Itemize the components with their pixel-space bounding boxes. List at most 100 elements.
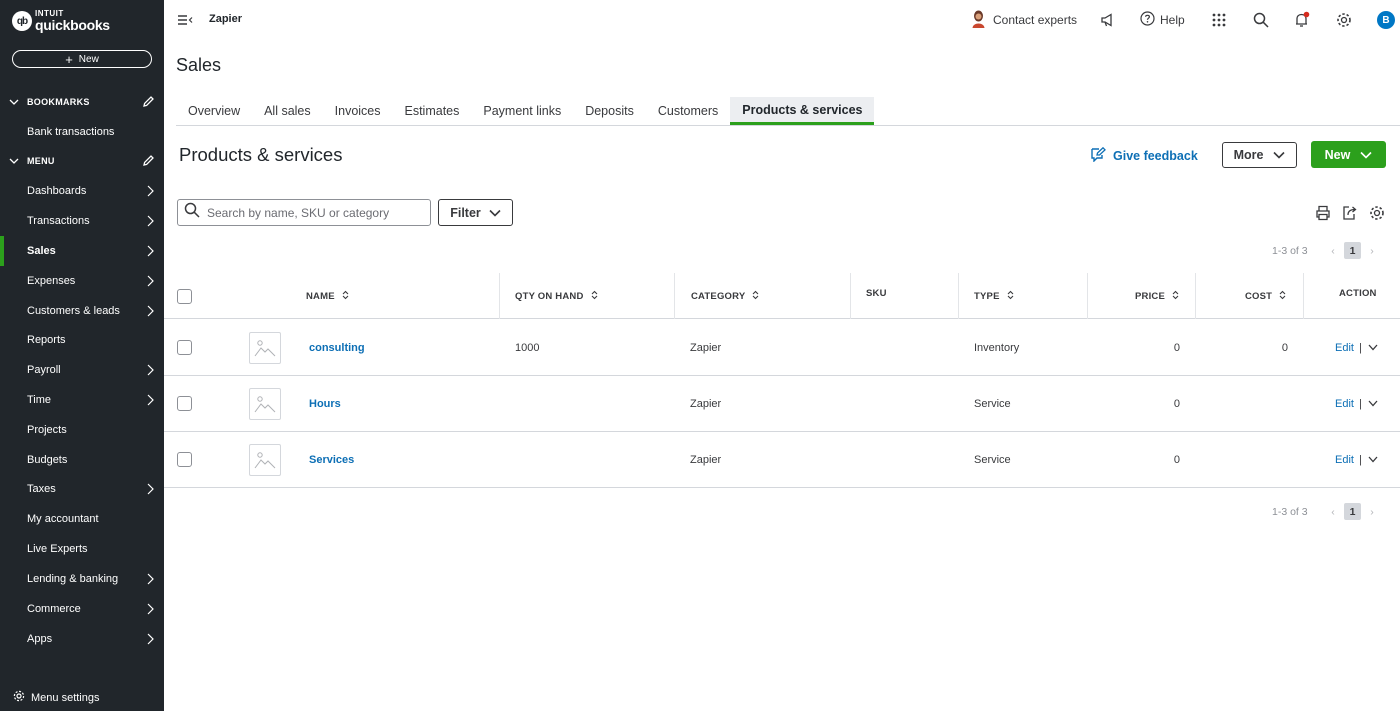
product-name-link[interactable]: Services bbox=[309, 432, 354, 487]
action-dropdown-chevron-icon[interactable] bbox=[1368, 454, 1378, 466]
tab-invoices[interactable]: Invoices bbox=[323, 97, 393, 125]
sidebar-item-lending-banking[interactable]: Lending & banking bbox=[0, 564, 164, 594]
sidebar-item-label: Dashboards bbox=[27, 185, 87, 197]
sort-icon bbox=[342, 290, 349, 303]
sidebar-item-taxes[interactable]: Taxes bbox=[0, 474, 164, 504]
search-icon[interactable] bbox=[1251, 10, 1271, 30]
edit-button[interactable]: Edit bbox=[1335, 454, 1354, 466]
sidebar-item-bank-transactions[interactable]: Bank transactions bbox=[0, 117, 164, 147]
edit-button[interactable]: Edit bbox=[1335, 398, 1354, 410]
sidebar-item-live-experts[interactable]: Live Experts bbox=[0, 534, 164, 564]
column-header-cost[interactable]: COST bbox=[1245, 273, 1286, 319]
sidebar-new-button[interactable]: + New bbox=[12, 50, 152, 68]
help-label: Help bbox=[1160, 13, 1185, 27]
give-feedback-link[interactable]: Give feedback bbox=[1090, 146, 1198, 165]
image-placeholder-icon[interactable] bbox=[249, 443, 281, 476]
edit-bookmarks-pencil-icon[interactable] bbox=[142, 95, 155, 110]
type-cell: Service bbox=[974, 397, 1011, 410]
sidebar-item-commerce[interactable]: Commerce bbox=[0, 594, 164, 624]
column-header-name[interactable]: NAME bbox=[306, 273, 349, 319]
menu-section-header[interactable]: MENU bbox=[0, 151, 164, 171]
new-product-button[interactable]: New bbox=[1311, 141, 1386, 168]
select-all-checkbox[interactable] bbox=[177, 288, 192, 304]
row-checkbox[interactable] bbox=[177, 340, 192, 355]
sidebar-item-my-accountant[interactable]: My accountant bbox=[0, 504, 164, 534]
product-search-box[interactable] bbox=[177, 199, 431, 226]
sidebar-item-payroll[interactable]: Payroll bbox=[0, 355, 164, 385]
column-header-qty-on-hand[interactable]: QTY ON HAND bbox=[515, 273, 598, 319]
tab-customers[interactable]: Customers bbox=[646, 97, 730, 125]
edit-button[interactable]: Edit bbox=[1335, 342, 1354, 354]
row-checkbox[interactable] bbox=[177, 452, 192, 467]
sidebar-item-sales[interactable]: Sales bbox=[0, 236, 164, 266]
contact-experts-button[interactable]: Contact experts bbox=[971, 8, 1077, 32]
sidebar-item-label: Payroll bbox=[27, 364, 61, 376]
logo-quickbooks-text: quickbooks bbox=[35, 17, 110, 33]
action-dropdown-chevron-icon[interactable] bbox=[1368, 398, 1378, 410]
product-name-link[interactable]: consulting bbox=[309, 320, 365, 375]
megaphone-icon[interactable] bbox=[1098, 10, 1118, 30]
column-divider bbox=[958, 273, 959, 319]
sidebar-item-label: Apps bbox=[27, 633, 53, 645]
tab-payment-links[interactable]: Payment links bbox=[471, 97, 573, 125]
quickbooks-logo[interactable]: qb INTUIT quickbooks bbox=[12, 10, 110, 32]
feedback-icon bbox=[1090, 146, 1107, 165]
sidebar-item-apps[interactable]: Apps bbox=[0, 624, 164, 654]
column-header-category[interactable]: CATEGORY bbox=[691, 273, 759, 319]
user-avatar[interactable]: B bbox=[1377, 11, 1395, 29]
current-page[interactable]: 1 bbox=[1344, 503, 1361, 520]
edit-menu-pencil-icon[interactable] bbox=[142, 154, 155, 169]
chevron-right-icon bbox=[146, 573, 154, 588]
chevron-right-icon[interactable]: › bbox=[1361, 245, 1383, 257]
sidebar-item-customers-leads[interactable]: Customers & leads bbox=[0, 296, 164, 326]
sidebar-item-expenses[interactable]: Expenses bbox=[0, 266, 164, 296]
sidebar-item-dashboards[interactable]: Dashboards bbox=[0, 176, 164, 206]
print-icon[interactable] bbox=[1314, 204, 1332, 222]
sidebar-item-label: Bank transactions bbox=[27, 126, 115, 138]
action-cell: Edit | bbox=[1335, 376, 1378, 431]
column-header-type[interactable]: TYPE bbox=[974, 273, 1014, 319]
apps-grid-icon[interactable] bbox=[1209, 10, 1229, 30]
settings-gear-icon[interactable] bbox=[1334, 10, 1354, 30]
sidebar-item-time[interactable]: Time bbox=[0, 385, 164, 415]
product-image-cell bbox=[249, 320, 281, 375]
tab-overview[interactable]: Overview bbox=[176, 97, 252, 125]
column-header-sku[interactable]: SKU bbox=[866, 273, 887, 319]
chevron-left-icon[interactable]: ‹ bbox=[1322, 245, 1344, 257]
column-divider bbox=[499, 273, 500, 319]
chevron-right-icon bbox=[146, 603, 154, 618]
tab-estimates[interactable]: Estimates bbox=[393, 97, 472, 125]
export-icon[interactable] bbox=[1341, 204, 1359, 222]
current-page[interactable]: 1 bbox=[1344, 242, 1361, 259]
tab-deposits[interactable]: Deposits bbox=[573, 97, 646, 125]
tab-all-sales[interactable]: All sales bbox=[252, 97, 323, 125]
type-cell: Inventory bbox=[974, 341, 1020, 354]
search-input[interactable] bbox=[207, 205, 422, 220]
sidebar-item-reports[interactable]: Reports bbox=[0, 325, 164, 355]
image-placeholder-icon[interactable] bbox=[249, 387, 281, 420]
chevron-right-icon[interactable]: › bbox=[1361, 506, 1383, 518]
sidebar-item-projects[interactable]: Projects bbox=[0, 415, 164, 445]
menu-settings-button[interactable]: Menu settings bbox=[13, 690, 99, 705]
table-row: Services Zapier Service 0 Edit | bbox=[164, 432, 1400, 488]
help-button[interactable]: Help bbox=[1140, 8, 1185, 32]
column-header-price[interactable]: PRICE bbox=[1135, 273, 1179, 319]
expert-avatar-icon bbox=[971, 10, 986, 31]
chevron-left-icon[interactable]: ‹ bbox=[1322, 506, 1344, 518]
collapse-menu-icon[interactable] bbox=[177, 13, 193, 31]
action-dropdown-chevron-icon[interactable] bbox=[1368, 342, 1378, 354]
sidebar-item-budgets[interactable]: Budgets bbox=[0, 445, 164, 475]
bookmarks-section-header[interactable]: BOOKMARKS bbox=[0, 92, 164, 112]
row-checkbox[interactable] bbox=[177, 396, 192, 411]
sidebar-item-transactions[interactable]: Transactions bbox=[0, 206, 164, 236]
row-checkbox-cell bbox=[177, 320, 192, 375]
column-header-action: ACTION bbox=[1339, 273, 1377, 319]
more-button[interactable]: More bbox=[1222, 142, 1297, 168]
tab-products-services[interactable]: Products & services bbox=[730, 97, 875, 125]
sidebar: qb INTUIT quickbooks + New BOOKMARKS Ban… bbox=[0, 0, 164, 711]
product-name-link[interactable]: Hours bbox=[309, 376, 341, 431]
notifications-bell-icon[interactable] bbox=[1292, 10, 1312, 30]
filter-button[interactable]: Filter bbox=[438, 199, 513, 226]
table-settings-gear-icon[interactable] bbox=[1368, 204, 1386, 222]
image-placeholder-icon[interactable] bbox=[249, 331, 281, 364]
